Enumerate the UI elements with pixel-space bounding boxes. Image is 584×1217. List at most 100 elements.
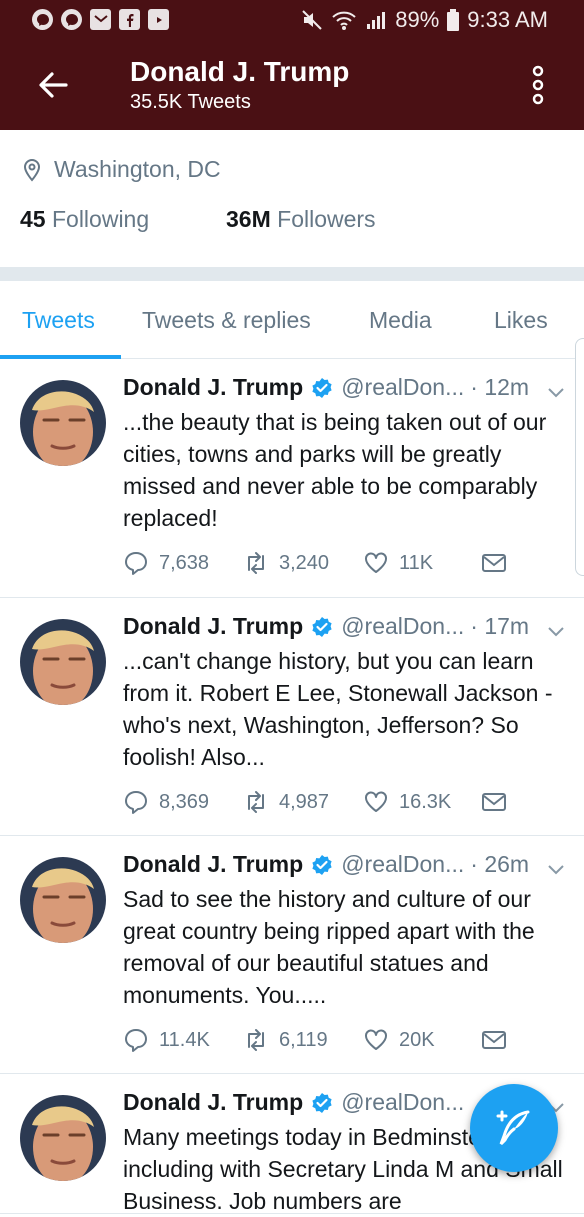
vertical-dots-icon[interactable] <box>530 65 546 105</box>
reply-count: 8,369 <box>159 790 210 813</box>
author-name[interactable]: Donald J. Trump <box>123 1089 303 1116</box>
verified-badge-icon <box>312 854 332 875</box>
heart-icon <box>365 791 387 812</box>
dm-button[interactable] <box>481 789 507 815</box>
reply-icon <box>125 552 147 575</box>
location-pin-icon <box>23 158 41 182</box>
reply-button[interactable]: 11.4K <box>123 1027 210 1053</box>
verified-badge-icon <box>312 1092 332 1113</box>
retweet-icon <box>248 552 264 574</box>
tweet[interactable]: Donald J. Trump @realDon... · 17m ...can… <box>0 597 584 836</box>
system-indicators: 89% 9:33 AM <box>301 7 548 33</box>
profile-info: Washington, DC 45 Following 36M Follower… <box>0 130 584 267</box>
verified-badge-icon <box>312 377 332 398</box>
dm-button[interactable] <box>481 1027 507 1053</box>
tweet-actions: 7,638 3,240 11K <box>123 550 523 580</box>
chevron-down-icon[interactable] <box>546 384 566 400</box>
like-button[interactable]: 11K <box>363 550 433 576</box>
reply-count: 7,638 <box>159 551 210 574</box>
tweet-time: · 12m <box>470 374 530 400</box>
tweet-header: Donald J. Trump @realDon... <box>123 1089 470 1116</box>
chevron-down-icon[interactable] <box>546 623 566 639</box>
author-name[interactable]: Donald J. Trump <box>123 851 303 878</box>
battery-percent: 89% <box>395 7 440 32</box>
like-count: 20K <box>399 1028 435 1051</box>
envelope-icon <box>482 554 506 572</box>
chevron-down-icon[interactable] <box>546 861 566 877</box>
reply-button[interactable]: 8,369 <box>123 789 209 815</box>
dm-button[interactable] <box>481 550 507 576</box>
tweet[interactable]: Donald J. Trump @realDon... · 26m Sad to… <box>0 835 584 1074</box>
messenger-icon <box>61 9 82 30</box>
tab-media[interactable]: Media <box>369 307 432 334</box>
facebook-icon <box>119 9 140 30</box>
arrow-left-icon[interactable] <box>36 68 70 102</box>
following-count: 45 <box>20 206 46 232</box>
tweet-header: Donald J. Trump @realDon... · 17m <box>123 613 529 640</box>
followers-count: 36M <box>226 206 271 232</box>
wifi-icon <box>332 11 356 30</box>
notification-icons <box>32 9 169 30</box>
like-button[interactable]: 16.3K <box>363 789 451 815</box>
tweet-time: · 17m <box>470 613 530 639</box>
envelope-icon <box>482 1031 506 1049</box>
author-name[interactable]: Donald J. Trump <box>123 613 303 640</box>
heart-icon <box>365 552 387 573</box>
tab-likes[interactable]: Likes <box>494 307 548 334</box>
retweet-count: 4,987 <box>279 790 330 813</box>
compose-button[interactable] <box>470 1084 558 1172</box>
location-text: Washington, DC <box>54 156 221 182</box>
tab-tweets-and-replies[interactable]: Tweets & replies <box>142 307 311 334</box>
location: Washington, DC <box>22 156 221 183</box>
youtube-icon <box>148 9 169 30</box>
tweet-actions: 8,369 4,987 16.3K <box>123 789 523 819</box>
envelope-icon <box>482 793 506 811</box>
retweet-button[interactable]: 3,240 <box>243 550 329 576</box>
followers-label: Followers <box>277 206 376 232</box>
retweet-count: 6,119 <box>279 1028 328 1051</box>
retweet-icon <box>248 791 264 813</box>
avatar[interactable] <box>20 380 106 466</box>
tweet-actions: 11.4K 6,119 20K <box>123 1027 523 1057</box>
signal-icon <box>367 12 386 29</box>
tweet-header: Donald J. Trump @realDon... · 12m <box>123 374 529 401</box>
reply-icon <box>125 1029 147 1052</box>
tab-tweets[interactable]: Tweets <box>22 307 95 334</box>
author-handle: @realDon... <box>341 1089 465 1115</box>
verified-badge-icon <box>312 616 332 637</box>
avatar[interactable] <box>20 857 106 943</box>
heart-icon <box>365 1029 387 1050</box>
messenger-icon <box>32 9 53 30</box>
following-label: Following <box>51 206 150 232</box>
clock: 9:33 AM <box>467 7 548 32</box>
app-bar: Donald J. Trump 35.5K Tweets <box>0 40 584 130</box>
author-handle: @realDon... <box>341 374 465 400</box>
tweet-text: Sad to see the history and culture of ou… <box>123 886 535 1008</box>
avatar[interactable] <box>20 619 106 705</box>
retweet-count: 3,240 <box>279 551 330 574</box>
following-stat[interactable]: 45 Following <box>20 206 149 233</box>
tweet[interactable]: Donald J. Trump @realDon... · 12m ...the… <box>0 358 584 598</box>
like-count: 16.3K <box>399 790 452 813</box>
author-handle: @realDon... <box>341 613 465 639</box>
retweet-button[interactable]: 6,119 <box>243 1027 328 1053</box>
followers-stat[interactable]: 36M Followers <box>226 206 376 233</box>
reply-icon <box>125 791 147 814</box>
tweet-time: · 26m <box>470 851 530 877</box>
gmail-icon <box>90 9 111 30</box>
author-name[interactable]: Donald J. Trump <box>123 374 303 401</box>
mute-icon <box>302 10 322 30</box>
tweet-header: Donald J. Trump @realDon... · 26m <box>123 851 529 878</box>
reply-count: 11.4K <box>159 1028 210 1051</box>
profile-tabs: Tweets Tweets & replies Media Likes <box>0 281 584 359</box>
retweet-button[interactable]: 4,987 <box>243 789 329 815</box>
like-button[interactable]: 20K <box>363 1027 435 1053</box>
section-divider <box>0 267 584 281</box>
author-handle: @realDon... <box>341 851 465 877</box>
like-count: 11K <box>399 551 434 574</box>
tweet-text: ...the beauty that is being taken out of… <box>123 409 547 531</box>
avatar[interactable] <box>20 1095 106 1181</box>
status-bar: 89% 9:33 AM <box>0 0 584 40</box>
reply-button[interactable]: 7,638 <box>123 550 209 576</box>
page-title: Donald J. Trump <box>130 56 350 87</box>
